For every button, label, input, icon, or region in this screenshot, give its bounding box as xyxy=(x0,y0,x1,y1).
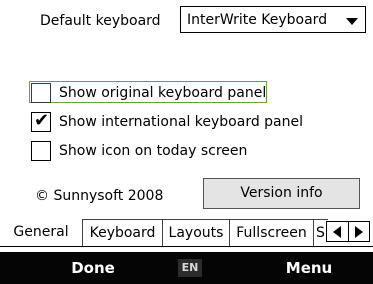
copyright-text: © Sunnysoft 2008 xyxy=(35,188,164,204)
checkmark-icon: ✔ xyxy=(34,110,50,131)
show-original-keyboard-label[interactable]: Show original keyboard panel xyxy=(59,84,266,102)
tab-scroll-control[interactable] xyxy=(326,221,370,242)
input-language-indicator[interactable]: EN xyxy=(178,259,202,277)
arrow-left-icon xyxy=(333,226,341,238)
default-keyboard-label: Default keyboard xyxy=(40,13,161,29)
softkey-bar: Done EN Menu xyxy=(0,252,373,284)
default-keyboard-value: InterWrite Keyboard xyxy=(187,12,328,28)
tab-keyboard[interactable]: Keyboard xyxy=(83,219,163,246)
tab-baseline xyxy=(0,246,373,247)
default-keyboard-dropdown[interactable]: InterWrite Keyboard xyxy=(180,6,366,33)
show-original-keyboard-checkbox[interactable] xyxy=(31,83,51,103)
tab-layouts[interactable]: Layouts xyxy=(163,219,230,246)
dropdown-arrow-icon[interactable] xyxy=(346,18,358,25)
show-international-keyboard-checkbox[interactable]: ✔ xyxy=(31,110,51,132)
show-international-keyboard-label[interactable]: Show international keyboard panel xyxy=(59,113,303,131)
tab-fullscreen[interactable]: Fullscreen xyxy=(230,219,314,246)
scroll-right-button[interactable] xyxy=(348,222,369,241)
tab-strip: General Keyboard Layouts Fullscreen S xyxy=(0,219,373,247)
done-softkey[interactable]: Done xyxy=(38,252,148,284)
menu-softkey[interactable]: Menu xyxy=(244,252,373,284)
show-today-icon-checkbox[interactable] xyxy=(31,141,51,161)
scroll-left-button[interactable] xyxy=(327,222,349,241)
arrow-right-icon xyxy=(355,226,363,238)
version-info-button[interactable]: Version info xyxy=(203,178,360,209)
show-today-icon-label[interactable]: Show icon on today screen xyxy=(59,142,247,160)
tab-general[interactable]: General xyxy=(0,219,83,246)
